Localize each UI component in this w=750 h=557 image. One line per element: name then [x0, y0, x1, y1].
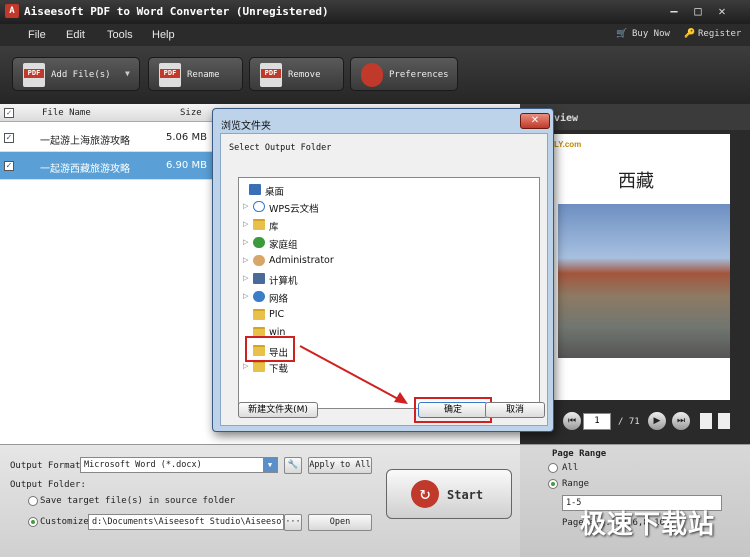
watermark: 极速下载站	[580, 510, 716, 540]
annotation-arrow	[299, 345, 408, 404]
